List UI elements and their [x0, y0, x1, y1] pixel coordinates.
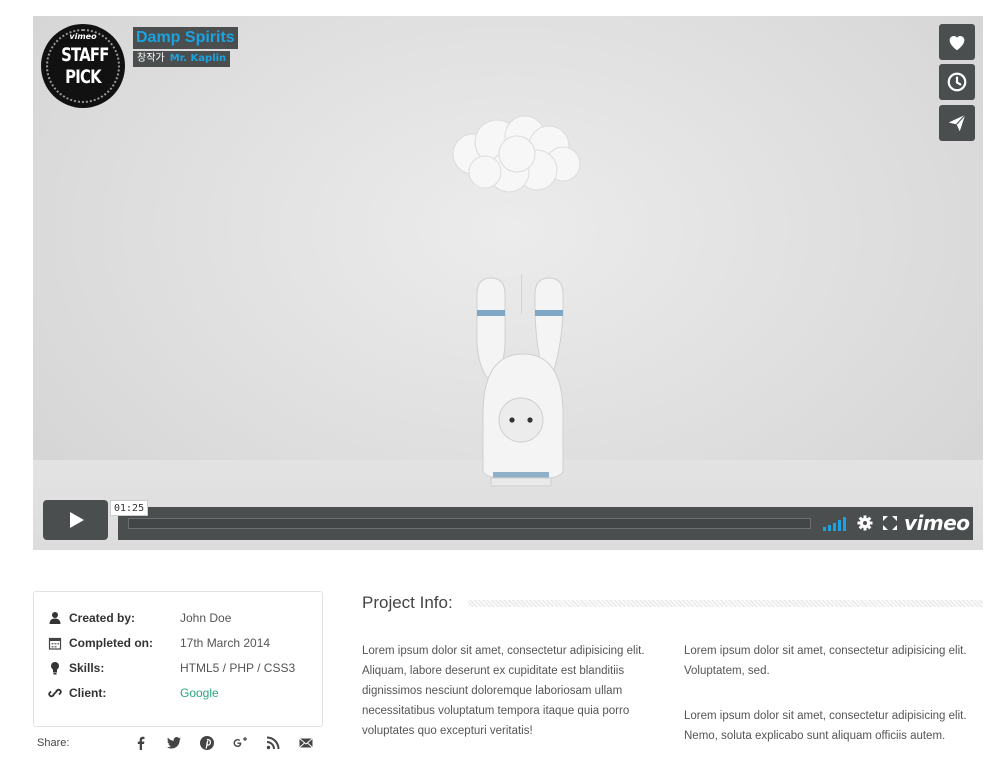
project-text-col2a: Lorem ipsum dolor sit amet, consectetur … [684, 645, 967, 677]
time-tooltip: 01:25 [110, 500, 149, 516]
badge-brand: vimeo [69, 32, 97, 41]
video-controls: vimeo [118, 507, 973, 540]
detail-label: Client: [69, 686, 107, 700]
play-button[interactable] [43, 500, 108, 540]
project-details-panel: Created by: John Doe Completed on: 17th … [33, 591, 323, 727]
byline-prefix: 창작가 [137, 53, 165, 64]
clock-icon [947, 72, 967, 92]
author-link[interactable]: Mr. Kaplin [170, 53, 226, 64]
video-title[interactable]: Damp Spirits [133, 27, 238, 49]
facebook-icon [137, 736, 145, 750]
video-byline: 창작가 Mr. Kaplin [133, 51, 231, 67]
detail-row-skills: Skills: HTML5 / PHP / CSS3 [48, 659, 295, 677]
badge-text: STAFF PICK [50, 44, 116, 88]
project-text-col1: Lorem ipsum dolor sit amet, consectetur … [362, 645, 645, 737]
heading-divider [468, 600, 983, 607]
detail-row-client: Client: Google [48, 684, 219, 702]
share-google-plus[interactable] [232, 734, 265, 752]
detail-value: HTML5 / PHP / CSS3 [180, 661, 296, 675]
detail-value: 17th March 2014 [180, 636, 271, 650]
share-facebook[interactable] [133, 734, 166, 752]
detail-row-created-by: Created by: John Doe [48, 609, 231, 627]
share-video-button[interactable] [939, 105, 975, 141]
badge-label: STAFF PICK [61, 44, 109, 88]
heart-icon [949, 36, 965, 51]
calendar-icon [48, 636, 62, 650]
creature-illustration [476, 274, 564, 487]
share-email[interactable] [298, 734, 331, 752]
progress-bar[interactable] [128, 518, 811, 529]
project-info-heading: Project Info: [362, 593, 453, 612]
pinterest-icon [200, 736, 214, 750]
lightbulb-icon [48, 661, 62, 675]
watch-later-button[interactable] [939, 64, 975, 100]
share-pinterest[interactable] [199, 734, 232, 752]
video-player[interactable]: vimeo STAFF PICK Damp Spirits 창작가 Mr. Ka… [33, 16, 983, 550]
detail-row-completed-on: Completed on: 17th March 2014 [48, 634, 270, 652]
cloud-illustration [452, 115, 581, 193]
share-bar: Share: [37, 734, 327, 752]
detail-label: Created by: [69, 611, 136, 625]
share-rss[interactable] [265, 734, 298, 752]
like-button[interactable] [939, 24, 975, 60]
google-plus-icon [233, 737, 247, 747]
link-icon [48, 686, 62, 700]
client-link[interactable]: Google [180, 684, 219, 702]
settings-gear-icon[interactable] [857, 515, 873, 531]
email-icon [299, 738, 313, 748]
fullscreen-icon[interactable] [882, 515, 898, 531]
detail-value: John Doe [180, 611, 232, 625]
volume-control[interactable] [823, 517, 847, 531]
share-icons [133, 734, 331, 752]
rss-icon [266, 736, 280, 750]
video-title-box: Damp Spirits 창작가 Mr. Kaplin [133, 27, 238, 67]
staff-pick-badge[interactable]: vimeo STAFF PICK [41, 24, 125, 108]
detail-label: Skills: [69, 661, 105, 675]
vimeo-logo[interactable]: vimeo [904, 511, 970, 535]
twitter-icon [167, 737, 181, 749]
project-text-col2b: Lorem ipsum dolor sit amet, consectetur … [684, 710, 967, 742]
share-label: Share: [37, 737, 70, 749]
user-icon [48, 611, 62, 625]
paper-plane-icon [948, 114, 966, 132]
share-twitter[interactable] [166, 734, 199, 752]
detail-label: Completed on: [69, 636, 153, 650]
play-icon [69, 512, 84, 528]
